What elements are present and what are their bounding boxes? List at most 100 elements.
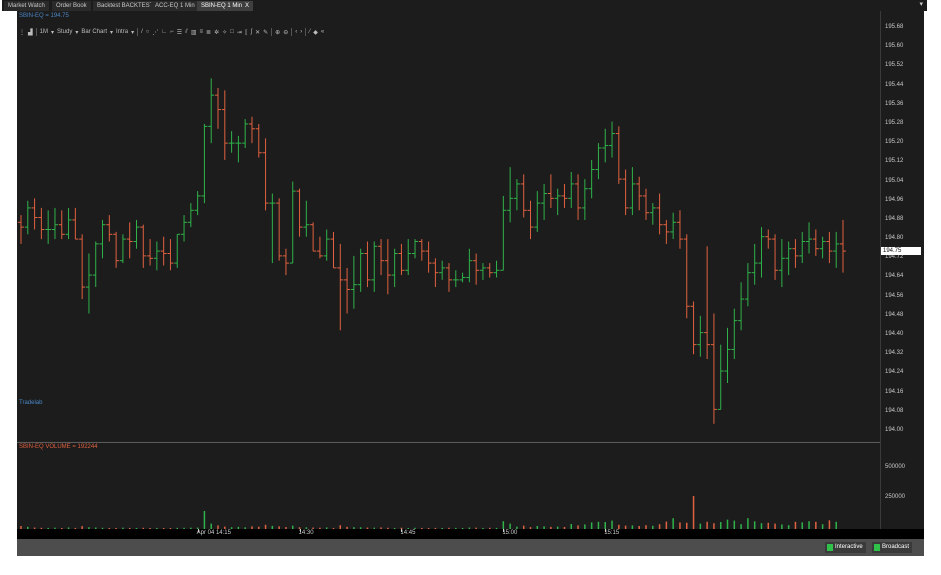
cycle-icon[interactable]: ≣ bbox=[206, 29, 211, 36]
ohlc-bar bbox=[575, 174, 582, 220]
broadcast-status-button[interactable]: Broadcast bbox=[872, 542, 913, 553]
tab-menu-icon[interactable]: ▾ bbox=[919, 0, 923, 8]
interactive-label: Interactive bbox=[835, 544, 863, 550]
toolbar-divider bbox=[271, 28, 273, 36]
draw-icon[interactable]: ⁄ bbox=[309, 29, 310, 35]
volume-bar bbox=[665, 521, 668, 529]
volume-bar bbox=[794, 521, 797, 529]
time-tick-label: 15:00 bbox=[502, 530, 518, 536]
volume-bar bbox=[692, 496, 695, 529]
ohlc-bar bbox=[45, 210, 52, 244]
bracket-icon[interactable]: ⟦ bbox=[245, 29, 248, 36]
ohlc-bar bbox=[445, 263, 452, 292]
price-tick-label: 194.96 bbox=[885, 196, 904, 203]
chevron-down-icon[interactable]: ▾ bbox=[75, 29, 78, 36]
snowflake-icon[interactable]: ✲ bbox=[214, 29, 219, 36]
ohlc-bar bbox=[486, 263, 493, 278]
tab-backtest[interactable]: Backtest BACKTEST bbox=[93, 1, 158, 11]
volume-bar bbox=[611, 520, 613, 529]
ohlc-bar bbox=[194, 191, 201, 216]
arrow-icon[interactable]: ⇥ bbox=[237, 29, 242, 36]
price-tick-label: 195.44 bbox=[885, 81, 904, 88]
scroll-left-icon[interactable]: ‹ bbox=[295, 29, 297, 35]
volume-bar bbox=[815, 521, 817, 529]
x-icon[interactable]: ✕ bbox=[255, 29, 260, 36]
ohlc-bar bbox=[181, 215, 188, 242]
ohlc-bar bbox=[187, 203, 194, 228]
bars-icon[interactable]: ▥ bbox=[191, 29, 197, 36]
interval-dropdown[interactable]: 1M bbox=[40, 29, 48, 35]
ohlc-bar bbox=[24, 200, 31, 235]
volume-chart[interactable] bbox=[17, 443, 880, 530]
channel-icon[interactable]: ⫽ bbox=[185, 29, 188, 36]
chart-settings-icon[interactable]: ▟ bbox=[28, 29, 33, 36]
pencil-icon[interactable]: ✎ bbox=[263, 29, 268, 36]
volume-tick-label: 250000 bbox=[885, 494, 906, 500]
ohlc-bar bbox=[758, 227, 765, 278]
tab-strip: Market Watch Order Book Backtest BACKTES… bbox=[2, 0, 927, 11]
price-tick-label: 194.40 bbox=[885, 331, 904, 338]
arc-icon[interactable]: ⌐ bbox=[170, 29, 174, 35]
fill-icon[interactable]: ◆ bbox=[313, 29, 318, 36]
volume-bar bbox=[590, 522, 593, 529]
status-led bbox=[827, 544, 833, 551]
grid-icon[interactable]: ≡ bbox=[200, 29, 204, 35]
interactive-status-button[interactable]: Interactive bbox=[825, 542, 866, 553]
zoom-out-icon[interactable]: ⊖ bbox=[283, 29, 288, 36]
star-icon[interactable]: ✧ bbox=[222, 29, 227, 36]
price-axis[interactable]: 195.68 195.60 195.52 195.44 195.36 195.28 195.… bbox=[880, 11, 924, 529]
ohlc-bar bbox=[235, 135, 242, 163]
tab-label: SBIN-EQ 1 Min bbox=[201, 3, 243, 9]
chevron-down-icon[interactable]: ▾ bbox=[51, 29, 54, 36]
volume-bar bbox=[733, 520, 736, 529]
time-tick-label: 15:15 bbox=[604, 530, 620, 536]
rectangle-icon[interactable]: □ bbox=[230, 29, 234, 35]
price-pane[interactable]: SBIN-EQ = 194.75 ⋮ ▟ 1M ▾ Study ▾ Bar Ch… bbox=[17, 11, 880, 441]
mode-dropdown[interactable]: Intra bbox=[116, 29, 128, 35]
status-led bbox=[874, 544, 880, 551]
zoom-in-icon[interactable]: ⊕ bbox=[275, 29, 280, 36]
ohlc-bar bbox=[289, 181, 296, 264]
scroll-right-icon[interactable]: › bbox=[300, 29, 302, 35]
price-tick-label: 194.16 bbox=[885, 388, 904, 395]
ohlc-bar bbox=[167, 239, 174, 271]
ohlc-bar bbox=[140, 224, 147, 268]
ohlc-bar bbox=[65, 207, 72, 240]
chevron-down-icon[interactable]: ▾ bbox=[131, 29, 134, 36]
volume-bar bbox=[672, 518, 674, 529]
ohlc-bar bbox=[242, 119, 249, 148]
close-icon[interactable]: X bbox=[245, 3, 249, 9]
tab-order-book[interactable]: Order Book bbox=[52, 1, 91, 11]
ohlc-bar bbox=[466, 248, 473, 283]
fib-icon[interactable]: ☰ bbox=[177, 29, 182, 36]
tab-sbin-eq[interactable]: SBIN-EQ 1 Min X bbox=[197, 1, 254, 11]
ohlc-bar bbox=[439, 260, 446, 280]
collapse-icon[interactable]: « bbox=[321, 29, 324, 35]
ohlc-bar bbox=[520, 174, 527, 218]
fan-icon[interactable]: ⋰ bbox=[152, 29, 158, 36]
tab-label: Backtest BACKTEST bbox=[97, 3, 154, 9]
chevron-down-icon[interactable]: ▾ bbox=[110, 29, 113, 36]
gann-icon[interactable]: ∟ bbox=[161, 29, 167, 35]
volume-bar bbox=[679, 522, 681, 529]
ohlc-bar bbox=[364, 241, 371, 288]
ohlc-bar bbox=[534, 191, 541, 232]
tab-market-watch[interactable]: Market Watch bbox=[4, 1, 49, 11]
trading-app: Market Watch Order Book Backtest BACKTES… bbox=[0, 0, 941, 575]
line-icon[interactable]: / bbox=[141, 29, 143, 35]
ohlc-bar bbox=[99, 219, 106, 259]
ohlc-bar bbox=[31, 198, 38, 230]
volume-pane[interactable]: SBIN-EQ VOLUME = 192244 bbox=[17, 442, 880, 529]
toolbar-divider bbox=[137, 28, 139, 36]
ohlc-bar bbox=[595, 143, 602, 180]
ohlc-bar bbox=[609, 121, 616, 158]
layout-icon[interactable]: ⋮ bbox=[19, 29, 25, 36]
price-chart[interactable] bbox=[17, 11, 880, 441]
circle-icon[interactable]: ○ bbox=[146, 29, 150, 35]
ohlc-bar bbox=[785, 241, 792, 276]
time-axis[interactable]: Apr 04 14:15 14:30 14:45 15:00 15:15 bbox=[17, 529, 924, 539]
chart-type-dropdown[interactable]: Bar Chart bbox=[81, 29, 107, 35]
study-dropdown[interactable]: Study bbox=[57, 29, 72, 35]
tab-acc-eq[interactable]: ACC-EQ 1 Min bbox=[151, 1, 199, 11]
speed-icon[interactable]: ʃ bbox=[251, 29, 252, 35]
